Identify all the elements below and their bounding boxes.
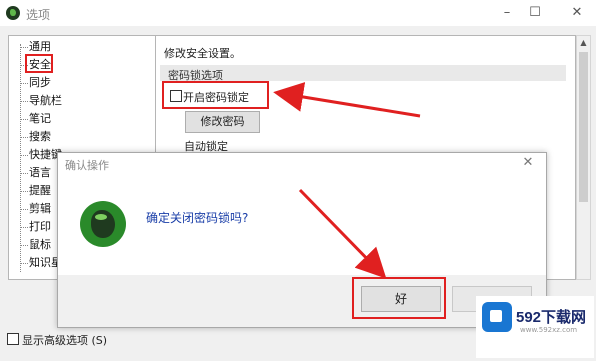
scroll-thumb[interactable] (579, 52, 588, 202)
watermark-text: 592下载网 (516, 309, 587, 326)
tree-item-reminders[interactable]: 提醒 (21, 183, 51, 199)
scroll-up-arrow-icon[interactable]: ▲ (577, 36, 590, 50)
ok-highlight-box (352, 277, 446, 319)
evernote-elephant-icon (80, 201, 126, 247)
close-button[interactable]: ✕ (564, 3, 590, 23)
dialog-message: 确定关闭密码锁吗? (146, 211, 249, 225)
tree-item-general[interactable]: 通用 (21, 39, 51, 55)
watermark-logo-icon (482, 302, 512, 332)
tree-item-clipper[interactable]: 剪辑 (21, 201, 51, 217)
show-advanced-label[interactable]: 显示高级选项 (S) (22, 332, 107, 348)
title-bar: 选项 – ☐ ✕ (0, 0, 596, 26)
tree-item-print[interactable]: 打印 (21, 219, 51, 235)
evernote-app-icon (6, 6, 20, 20)
show-advanced-checkbox[interactable] (7, 333, 19, 345)
change-password-button[interactable]: 修改密码 (185, 111, 260, 133)
minimize-button[interactable]: – (494, 3, 520, 23)
settings-scrollbar[interactable]: ▲ (576, 35, 591, 280)
tree-item-language[interactable]: 语言 (21, 165, 51, 181)
maximize-button[interactable]: ☐ (522, 3, 548, 23)
security-highlight-box (25, 54, 53, 73)
tree-item-navbar[interactable]: 导航栏 (21, 93, 62, 109)
watermark-url: www.592xz.com (520, 326, 578, 334)
dialog-title: 确认操作 (65, 159, 109, 172)
site-watermark: 592下载网 www.592xz.com (476, 296, 594, 358)
enable-lock-highlight-box (162, 81, 269, 109)
tree-item-search[interactable]: 搜索 (21, 129, 51, 145)
window-title: 选项 (26, 8, 51, 22)
settings-heading: 修改安全设置。 (164, 47, 241, 60)
tree-item-mouse[interactable]: 鼠标 (21, 237, 51, 253)
tree-item-sync[interactable]: 同步 (21, 75, 51, 91)
confirm-dialog: 确认操作 ✕ 确定关闭密码锁吗? 好 (57, 152, 547, 328)
tree-item-notes[interactable]: 笔记 (21, 111, 51, 127)
dialog-close-button[interactable]: ✕ (518, 155, 538, 173)
tree-connector-line (20, 44, 21, 272)
